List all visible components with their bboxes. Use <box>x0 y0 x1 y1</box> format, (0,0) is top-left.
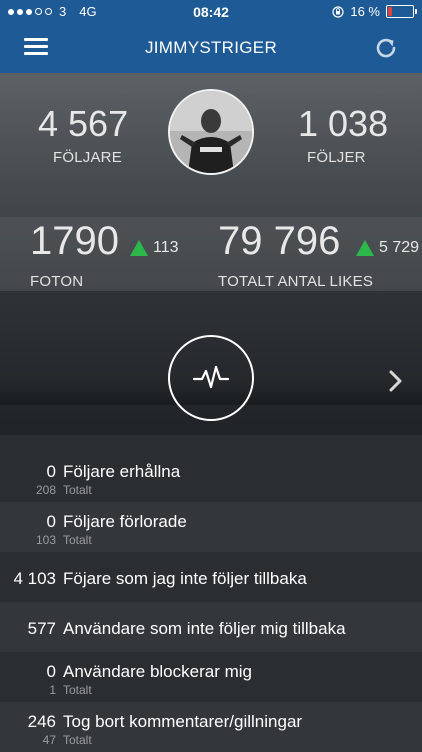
list-item-count: 4 103 <box>13 569 56 588</box>
chevron-right-icon[interactable] <box>386 369 404 393</box>
list-item-followers-gained[interactable]: 0 Följare erhållna 208 Totalt <box>0 452 422 502</box>
following-count: 1 038 <box>298 103 389 144</box>
photos-count: 1790 <box>30 219 119 263</box>
photos-label: FOTON <box>30 273 84 290</box>
followers-count: 4 567 <box>38 103 129 144</box>
list-item-total-label: Totalt <box>63 483 92 497</box>
list-item-title: Användare som inte följer mig tillbaka <box>63 619 346 638</box>
photos-delta: 113 <box>130 239 179 257</box>
list-item-count: 577 <box>27 619 56 638</box>
profile-summary: 4 567 FÖLJARE 1 038 FÖLJER 1790 113 FOTO… <box>0 73 422 435</box>
list-item-blocking-me[interactable]: 0 Användare blockerar mig 1 Totalt <box>0 652 422 702</box>
list-item-total-count: 1 <box>49 683 56 697</box>
rotation-lock-icon <box>332 5 344 18</box>
battery-fill <box>388 7 392 16</box>
list-item-followers-lost[interactable]: 0 Följare förlorade 103 Totalt <box>0 502 422 552</box>
list-item-not-following-back[interactable]: 4 103 Föjare som jag inte följer tillbak… <box>0 552 422 602</box>
status-bar: 3 4G 08:42 16 % <box>0 0 422 24</box>
likes-delta-value: 5 729 <box>379 239 420 256</box>
list-item-title: Följare erhållna <box>63 462 181 481</box>
list-item-title: Följare förlorade <box>63 512 187 531</box>
likes-count: 79 796 <box>218 219 341 263</box>
likes-label: TOTALT ANTAL LIKES <box>218 273 374 290</box>
list-item-total-count: 47 <box>42 733 56 747</box>
activity-button[interactable] <box>168 335 254 421</box>
up-arrow-icon <box>356 240 374 256</box>
list-item-count: 0 <box>46 662 56 681</box>
list-item-total-label: Totalt <box>63 683 92 697</box>
list-item-count: 0 <box>46 462 56 481</box>
list-item-removed-comments-likes[interactable]: 246 Tog bort kommentarer/gillningar 47 T… <box>0 702 422 752</box>
up-arrow-icon <box>130 240 148 256</box>
battery-percent: 16 % <box>350 4 380 19</box>
status-right: 16 % <box>332 4 417 19</box>
likes-delta: 5 729 <box>356 239 419 257</box>
list-item-count: 0 <box>46 512 56 531</box>
list-item-not-following-me-back[interactable]: 577 Användare som inte följer mig tillba… <box>0 602 422 652</box>
navigation-bar: 3 4G 08:42 16 % JIMMYSTRIGER <box>0 0 422 73</box>
photos-delta-value: 113 <box>153 239 179 256</box>
battery-icon <box>386 5 417 18</box>
list-item-title: Föjare som jag inte följer tillbaka <box>63 569 307 588</box>
list-item-count: 246 <box>27 712 56 731</box>
list-item-total-count: 208 <box>35 483 56 497</box>
list-item-title: Tog bort kommentarer/gillningar <box>63 712 303 731</box>
page-title: JIMMYSTRIGER <box>144 38 278 57</box>
followers-label: FÖLJARE <box>53 149 122 166</box>
pulse-icon <box>192 365 230 389</box>
list-item-title: Användare blockerar mig <box>63 662 252 681</box>
refresh-icon[interactable] <box>372 34 400 62</box>
avatar-photo <box>170 91 252 173</box>
list-item-total-count: 103 <box>35 533 56 547</box>
avatar[interactable] <box>168 89 254 175</box>
following-label: FÖLJER <box>307 149 366 166</box>
list-item-total-label: Totalt <box>63 733 92 747</box>
list-item-total-label: Totalt <box>63 533 92 547</box>
